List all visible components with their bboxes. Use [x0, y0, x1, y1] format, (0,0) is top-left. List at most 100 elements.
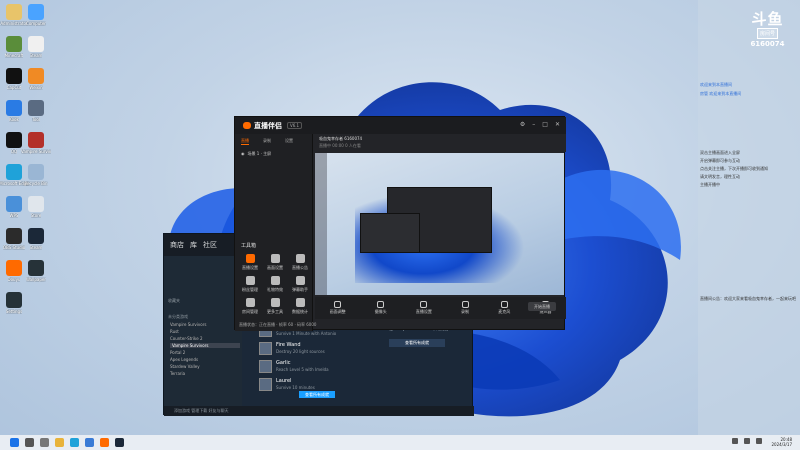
- computer-icon: [28, 4, 44, 20]
- steam-game-item[interactable]: Vampire Survivors: [170, 343, 240, 348]
- steam-icon[interactable]: [115, 438, 124, 447]
- capcut-icon: [6, 68, 22, 84]
- settings-icon: [6, 292, 22, 308]
- steam-game-item[interactable]: Terraria: [170, 371, 185, 376]
- steam-game-item[interactable]: Vampire Survivors: [170, 322, 206, 327]
- app-left-panel: 直播 录制 设置 ◉ 场景 1 · 主屏 工具箱 直播设置 画面设置 直播公告 粉丝管…: [235, 134, 313, 331]
- desktop-icon-label: Vampire Survivors: [21, 149, 51, 154]
- doc-icon: [28, 36, 44, 52]
- tool-icon: [270, 254, 280, 263]
- close-icon[interactable]: ✕: [555, 121, 560, 128]
- desktop-icon[interactable]: Steam: [22, 36, 50, 66]
- toolbar-icon: [500, 301, 508, 308]
- toolbar-button[interactable]: 摄像头: [375, 301, 387, 315]
- steam-category[interactable]: 收藏夹: [168, 298, 180, 304]
- toolbar-button[interactable]: 直播设置: [416, 301, 432, 315]
- steam-view-all-button[interactable]: 查看所有成就: [299, 391, 335, 398]
- steam-category[interactable]: 未分类游戏: [168, 314, 188, 320]
- desktop-icon-label: Wallpaper: [25, 277, 46, 282]
- tool-icon: [295, 298, 305, 307]
- steam-game-item[interactable]: Rust: [170, 329, 179, 334]
- app-version-badge: V6.1: [287, 122, 303, 129]
- store-icon: [28, 196, 44, 212]
- steam-view-achievements-button[interactable]: 查看所有成就: [389, 339, 445, 347]
- tab-settings[interactable]: 设置: [285, 138, 293, 144]
- achievement-row[interactable]: Garlic Reach Level 5 with Imelda: [259, 360, 379, 378]
- settings-icon[interactable]: ⚙: [520, 121, 525, 128]
- edge-icon[interactable]: [70, 438, 79, 447]
- tool-icon: [295, 254, 305, 263]
- room-badge: 房间号: [756, 28, 778, 39]
- desktop-icon[interactable]: Recycle Bin: [22, 164, 50, 194]
- desktop-icon[interactable]: Wallpaper: [22, 260, 50, 290]
- toolbox-item[interactable]: 数据统计: [287, 298, 313, 324]
- steam-nav-store[interactable]: 商店: [170, 240, 184, 250]
- search-icon[interactable]: [25, 438, 34, 447]
- app-logo: 直播伴侣: [243, 121, 282, 131]
- steam-bottom-bar: 添加游戏 管理下载 好友与聊天: [164, 406, 474, 416]
- explorer-icon[interactable]: [55, 438, 64, 447]
- douyu-icon[interactable]: [100, 438, 109, 447]
- desktop-icon-label: Steam: [29, 53, 43, 58]
- tab-record[interactable]: 录制: [263, 138, 271, 144]
- achievement-row[interactable]: Fire Wand Destroy 20 light sources: [259, 342, 379, 360]
- steam-game-item[interactable]: Apex Legends: [170, 357, 198, 362]
- douyu-companion-window[interactable]: 直播伴侣 V6.1 ⚙ – □ ✕ 直播 录制 设置 ◉ 场景 1 · 主屏 工…: [234, 116, 566, 331]
- toolbar-button[interactable]: 麦克风: [498, 301, 510, 315]
- toolbox-item[interactable]: 更多工具: [262, 298, 288, 324]
- desktop-icon[interactable]: Vampire Survivors: [21, 132, 51, 162]
- tool-label: 直播公告: [292, 265, 308, 270]
- desktop-icon[interactable]: Steam: [22, 228, 50, 258]
- tab-live[interactable]: 直播: [241, 138, 249, 145]
- minimize-icon[interactable]: –: [532, 121, 535, 128]
- toolbar-icon: [334, 301, 342, 308]
- tool-icon: [245, 276, 255, 285]
- app-icon: [28, 100, 44, 116]
- volume-icon[interactable]: [744, 438, 750, 444]
- achievement-desc: Destroy 20 light sources: [276, 349, 325, 354]
- tool-label: 粉丝管理: [242, 287, 258, 292]
- toolbar-button[interactable]: 录制: [461, 301, 469, 315]
- tool-label: 画面设置: [267, 265, 283, 270]
- steam-nav-library[interactable]: 库: [190, 240, 197, 250]
- maximize-icon[interactable]: □: [542, 121, 548, 128]
- steam-nav-community[interactable]: 社区: [203, 240, 217, 250]
- eye-icon[interactable]: ◉: [241, 151, 245, 157]
- steam-game-item[interactable]: Counter-Strike 2: [170, 336, 203, 341]
- toolbar-button[interactable]: 画面调整: [330, 301, 346, 315]
- gear-orange-icon: [28, 68, 44, 84]
- chat-message: 欢迎来到本直播间: [700, 82, 732, 87]
- taskbar-icons: [4, 438, 124, 447]
- desktop-icon[interactable]: Settings: [0, 292, 28, 322]
- app-name: 直播伴侣: [254, 121, 282, 130]
- scene-name[interactable]: 场景 1 · 主屏: [248, 151, 272, 157]
- taskbar-clock[interactable]: 20:48 2024/3/17: [771, 437, 792, 447]
- start-live-button[interactable]: 开始直播: [528, 302, 556, 311]
- toolbox-item[interactable]: 房间管理: [237, 298, 263, 324]
- steam-game-item[interactable]: Portal 2: [170, 350, 185, 355]
- tool-icon: [245, 298, 255, 307]
- desktop-icon[interactable]: Tool: [22, 100, 50, 130]
- bin-icon: [28, 164, 44, 180]
- desktop-icon[interactable]: Weixin: [22, 68, 50, 98]
- live-preview[interactable]: [315, 153, 564, 295]
- preview-header: 吸血鬼幸存者 6160074 直播中 00:00 0 人在看: [315, 134, 566, 152]
- obs-icon: [6, 228, 22, 244]
- toolbar-label: 麦克风: [498, 309, 511, 314]
- room-title: 吸血鬼幸存者 6160074: [319, 136, 363, 141]
- store-icon[interactable]: [85, 438, 94, 447]
- battery-icon[interactable]: [756, 438, 762, 444]
- taskview-icon[interactable]: [40, 438, 49, 447]
- desktop-icon-label: QQ: [10, 149, 18, 154]
- start-icon[interactable]: [10, 438, 19, 447]
- app-icon: [28, 260, 44, 276]
- steam-game-item[interactable]: Stardew Valley: [170, 364, 200, 369]
- achievement-desc: Survive 10 minutes: [276, 385, 315, 390]
- system-tray: [732, 438, 762, 444]
- desktop-icon[interactable]: Computer: [22, 4, 50, 34]
- clock-date: 2024/3/17: [771, 442, 792, 447]
- network-icon[interactable]: [732, 438, 738, 444]
- desktop-icon[interactable]: Store: [22, 196, 50, 226]
- steam-achievement-summary: 在 Vampire Survivors 中的成就 查看所有成就: [389, 326, 469, 376]
- tool-label: 更多工具: [267, 309, 283, 314]
